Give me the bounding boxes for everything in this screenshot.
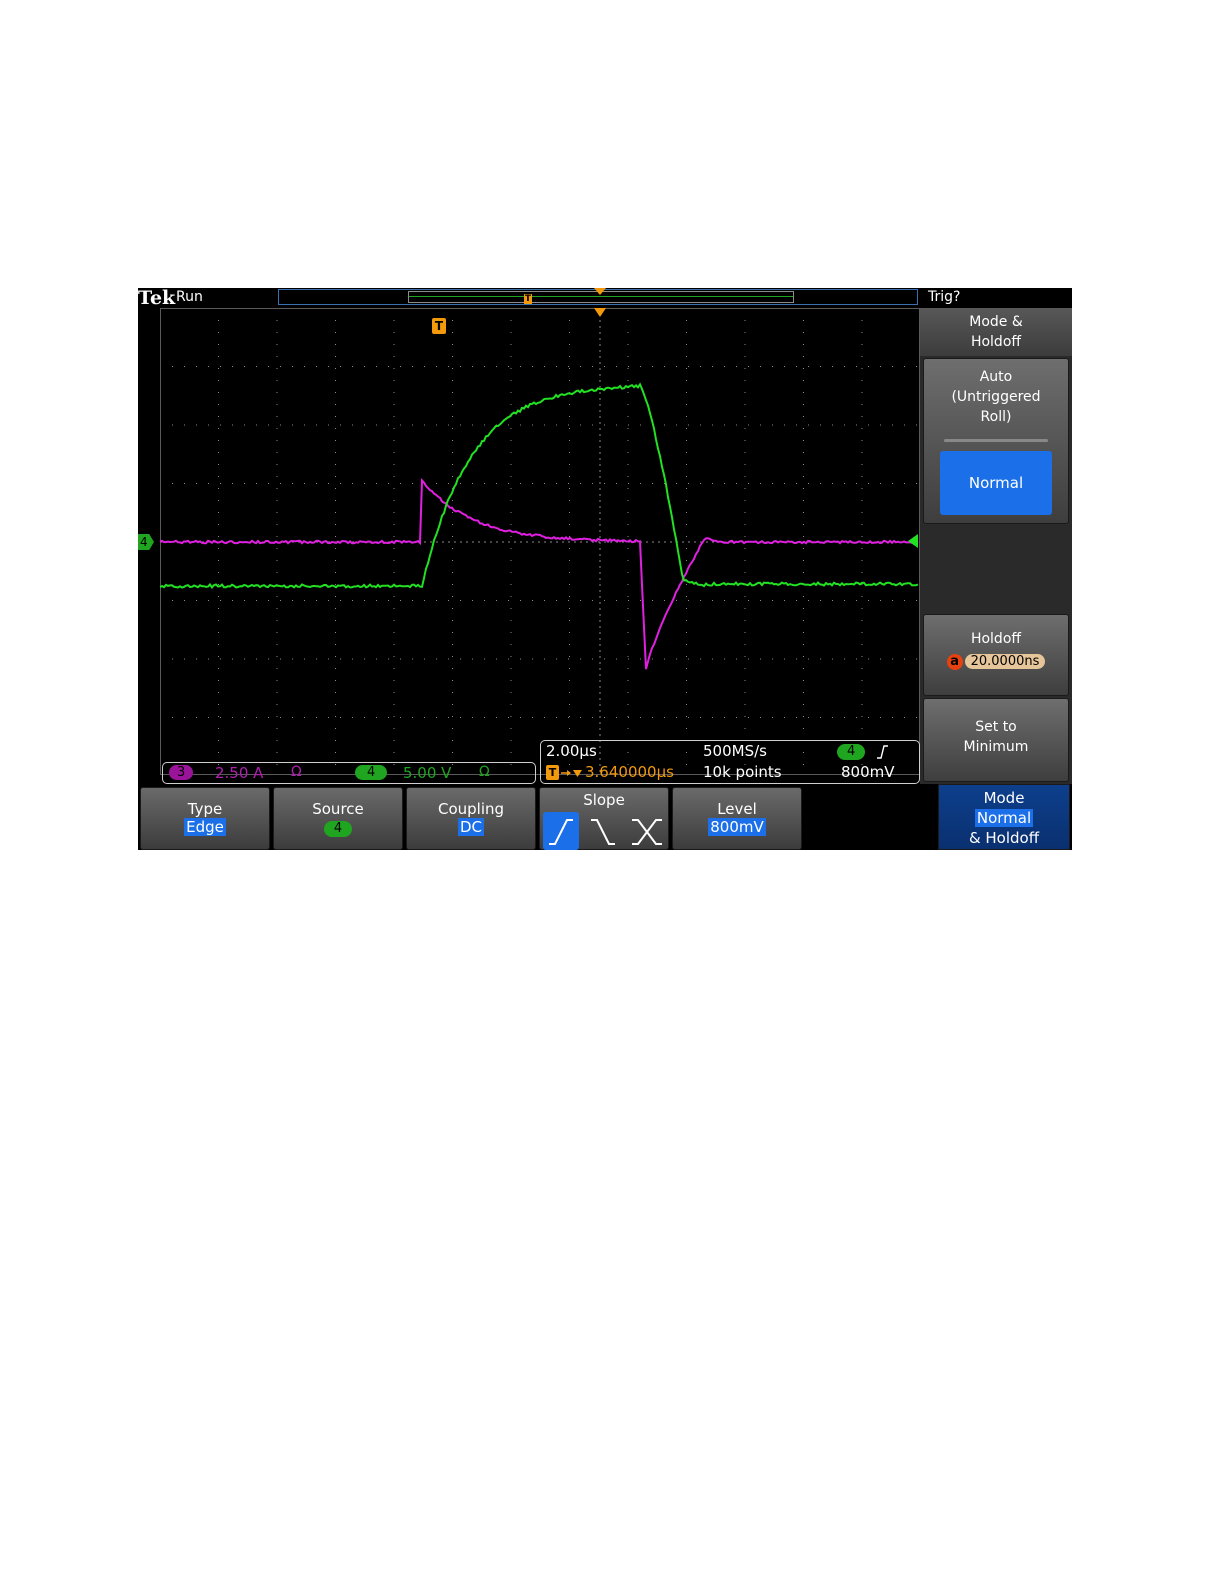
brand-logo: Tek: [138, 288, 175, 309]
source-button[interactable]: Source 4: [273, 787, 403, 850]
arrow-right-down-icon: [561, 767, 583, 779]
type-value: Edge: [184, 818, 226, 836]
sample-rate: 500MS/s: [703, 742, 767, 760]
coupling-value: DC: [458, 818, 484, 836]
slope-button[interactable]: Slope: [539, 787, 669, 850]
ch3-waveform: [160, 480, 918, 669]
either-slope-icon: [628, 812, 666, 850]
slope-rising-option[interactable]: [543, 812, 579, 850]
trigger-offset: 3.640000µs: [585, 763, 674, 781]
source-value: 4: [324, 821, 352, 837]
slope-falling-option[interactable]: [585, 812, 621, 850]
time-per-division: 2.00µs: [546, 742, 597, 760]
type-button[interactable]: Type Edge: [140, 787, 270, 850]
slope-either-option[interactable]: [628, 812, 666, 850]
ch4-ground-marker[interactable]: 4: [138, 534, 154, 550]
trigger-position-marker[interactable]: T: [432, 318, 446, 334]
rising-edge-icon: [875, 744, 889, 760]
multipurpose-knob-a-icon: a: [947, 654, 963, 670]
expansion-point-icon: [594, 308, 606, 318]
record-length: 10k points: [703, 763, 782, 781]
ch4-termination: Ω: [479, 764, 490, 780]
ch3-termination: Ω: [291, 764, 302, 780]
trigger-level: 800mV: [841, 763, 895, 781]
ch3-badge[interactable]: 3: [169, 765, 193, 780]
holdoff-value: 20.0000ns: [965, 654, 1046, 669]
holdoff-button[interactable]: Holdoff a 20.0000ns: [923, 614, 1069, 696]
level-value: 800mV: [708, 818, 766, 836]
falling-slope-icon: [585, 812, 621, 850]
channel-readout: 3 2.50 A Ω 4 5.00 V Ω: [162, 762, 536, 784]
trigger-state: Trig?: [928, 289, 960, 305]
mode-holdoff-button[interactable]: Mode Normal & Holdoff: [938, 784, 1070, 850]
trigger-mode-button[interactable]: Auto (Untriggered Roll) Normal: [923, 358, 1069, 524]
ch3-scale: 2.50 A: [215, 764, 263, 782]
trigger-source-badge: 4: [837, 744, 865, 760]
record-expansion-point-icon: [594, 288, 606, 296]
oscilloscope-screen: Tek Run T Trig? T 4 Mode & Holdoff Auto: [138, 288, 1072, 850]
mode-value: Normal: [975, 809, 1033, 827]
side-menu-title: Mode & Holdoff: [920, 308, 1072, 356]
record-trigger-marker: T: [524, 294, 532, 304]
rising-slope-icon: [543, 812, 579, 850]
graticule: [160, 308, 920, 775]
ch4-waveform: [160, 384, 918, 587]
trigger-offset-icon: T: [546, 765, 559, 780]
set-to-minimum-button[interactable]: Set to Minimum: [923, 698, 1069, 782]
level-button[interactable]: Level 800mV: [672, 787, 802, 850]
trigger-level-marker-icon: [908, 534, 918, 548]
ch4-scale: 5.00 V: [403, 764, 451, 782]
status-bar: Tek Run T Trig?: [138, 288, 1072, 308]
acquisition-state: Run: [176, 289, 203, 305]
side-menu: Mode & Holdoff Auto (Untriggered Roll) N…: [920, 308, 1072, 784]
timebase-readout: 2.00µs T 3.640000µs 500MS/s 10k points 4…: [540, 740, 920, 784]
ch4-badge[interactable]: 4: [355, 765, 387, 780]
normal-mode-option[interactable]: Normal: [940, 451, 1052, 515]
coupling-button[interactable]: Coupling DC: [406, 787, 536, 850]
